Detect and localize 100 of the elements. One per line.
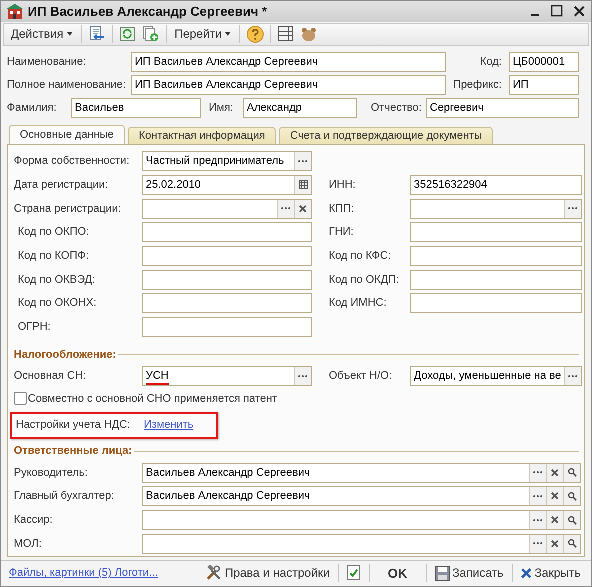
- input-field[interactable]: ИП Васильев Александр Сергеевич: [131, 52, 446, 72]
- field-label: Код по КФС:: [328, 250, 392, 262]
- section-title: Ответственные лица:: [14, 445, 132, 458]
- field-label: Форма собственности:: [14, 155, 131, 168]
- input-field[interactable]: [410, 293, 582, 314]
- rights-button[interactable]: Права и настройки: [200, 562, 336, 584]
- input-field[interactable]: Васильев: [71, 98, 201, 118]
- input-field[interactable]: 25.02.2010: [142, 174, 312, 195]
- checkbox[interactable]: [14, 392, 27, 406]
- input-field[interactable]: Васильев Александр Сергеевич: [142, 462, 581, 483]
- field-label: Полное наименование:: [7, 79, 128, 92]
- select-button[interactable]: [277, 200, 294, 218]
- input-field[interactable]: [142, 316, 312, 337]
- close-icon: [551, 540, 559, 548]
- actions-menu[interactable]: Действия: [8, 24, 76, 44]
- ok-button[interactable]: OK: [372, 562, 424, 584]
- calendar-icon: [298, 180, 308, 190]
- tab[interactable]: Контактная информация: [128, 126, 276, 144]
- tab[interactable]: Счета и подтверждающие документы: [279, 126, 494, 144]
- input-field[interactable]: УСН: [142, 366, 312, 386]
- dots-icon: [533, 542, 543, 546]
- select-button[interactable]: [529, 487, 546, 506]
- dots-icon: [568, 374, 578, 378]
- select-button[interactable]: [529, 464, 546, 482]
- copy-add-button[interactable]: [140, 24, 161, 44]
- input-field[interactable]: Васильев Александр Сергеевич: [142, 486, 581, 506]
- input-field[interactable]: Частный предприниматель: [142, 151, 312, 172]
- help-button[interactable]: [245, 24, 266, 44]
- field-label: Настройки учета НДС:: [16, 419, 132, 432]
- field-label: Дата регистрации:: [14, 178, 110, 191]
- field-label: Страна регистрации:: [14, 202, 122, 215]
- clear-button[interactable]: [294, 200, 311, 218]
- input-field[interactable]: 352516322904: [410, 174, 582, 195]
- caret-icon: [225, 32, 232, 36]
- select-button[interactable]: [294, 152, 311, 170]
- input-field[interactable]: Александр: [243, 98, 357, 118]
- field-label: Основная СН:: [14, 370, 88, 382]
- document-check-icon: [347, 565, 361, 582]
- document-arrow-icon: [88, 26, 105, 42]
- field-label: Имя:: [208, 102, 234, 114]
- search-button[interactable]: [563, 511, 580, 530]
- clear-button[interactable]: [546, 511, 563, 530]
- calendar-button[interactable]: [294, 176, 311, 194]
- search-icon: [568, 516, 576, 525]
- input-field[interactable]: [142, 534, 581, 554]
- tab[interactable]: Основные данные: [9, 124, 125, 144]
- input-field[interactable]: [410, 246, 582, 266]
- change-link[interactable]: Изменить: [144, 419, 194, 432]
- field-label: Отчество:: [370, 102, 423, 114]
- field-label: Код по ОКДП:: [328, 274, 400, 286]
- select-button[interactable]: [529, 534, 546, 553]
- search-icon: [568, 492, 576, 501]
- input-field[interactable]: [142, 222, 312, 242]
- input-field[interactable]: ИП Васильев Александр Сергеевич: [131, 75, 446, 96]
- maximize-icon[interactable]: [551, 5, 563, 18]
- field-label: Объект Н/О:: [328, 370, 394, 382]
- input-field[interactable]: [410, 270, 582, 290]
- input-field[interactable]: [142, 293, 312, 314]
- field-label: Главный бухгалтер:: [14, 490, 116, 502]
- help-icon: [246, 26, 264, 43]
- close-icon: [551, 468, 559, 477]
- input-field[interactable]: Доходы, уменьшенные на ве: [410, 366, 582, 386]
- select-button[interactable]: [564, 200, 581, 218]
- field-label: Код по ОКПО:: [17, 226, 90, 238]
- attachments-link[interactable]: Файлы, картинки (5) Логоти...: [9, 567, 200, 580]
- clear-button[interactable]: [546, 534, 563, 553]
- save-button[interactable]: Записать: [428, 562, 510, 584]
- field-label: Префикс:: [452, 79, 503, 92]
- input-field[interactable]: [142, 198, 312, 219]
- select-button[interactable]: [294, 367, 311, 386]
- select-button[interactable]: [564, 367, 581, 386]
- search-icon: [568, 539, 576, 548]
- select-button[interactable]: [529, 511, 546, 530]
- input-field[interactable]: Сергеевич: [426, 98, 579, 118]
- list-button[interactable]: [276, 24, 296, 44]
- dots-icon: [533, 494, 543, 498]
- clear-button[interactable]: [546, 487, 563, 506]
- input-field[interactable]: [142, 246, 312, 266]
- dots-icon: [533, 471, 543, 474]
- input-field[interactable]: ИП: [509, 75, 579, 96]
- input-field[interactable]: [142, 510, 581, 530]
- input-field[interactable]: ЦБ000001: [509, 52, 579, 72]
- input-field[interactable]: [410, 222, 582, 242]
- go-to-menu[interactable]: Перейти: [172, 24, 234, 44]
- search-button[interactable]: [563, 487, 580, 506]
- search-button[interactable]: [563, 464, 580, 482]
- field-label: Руководитель:: [14, 466, 89, 479]
- input-field[interactable]: [410, 198, 582, 219]
- field-label: Код по ОКВЭД:: [17, 274, 96, 286]
- tools-icon: [206, 565, 222, 582]
- field-label: МОЛ:: [14, 538, 43, 550]
- field-label: Код по ОКОНХ:: [17, 297, 98, 310]
- clear-button[interactable]: [546, 464, 563, 482]
- field-label: КПП:: [328, 202, 356, 215]
- checkbox-label: Совместно с основной СНО применяется патент: [28, 392, 278, 405]
- field-label: ГНИ:: [328, 226, 355, 238]
- close-icon[interactable]: [574, 6, 585, 17]
- search-button[interactable]: [563, 534, 580, 553]
- close-button[interactable]: Закрыть: [514, 562, 587, 584]
- input-field[interactable]: [142, 270, 312, 290]
